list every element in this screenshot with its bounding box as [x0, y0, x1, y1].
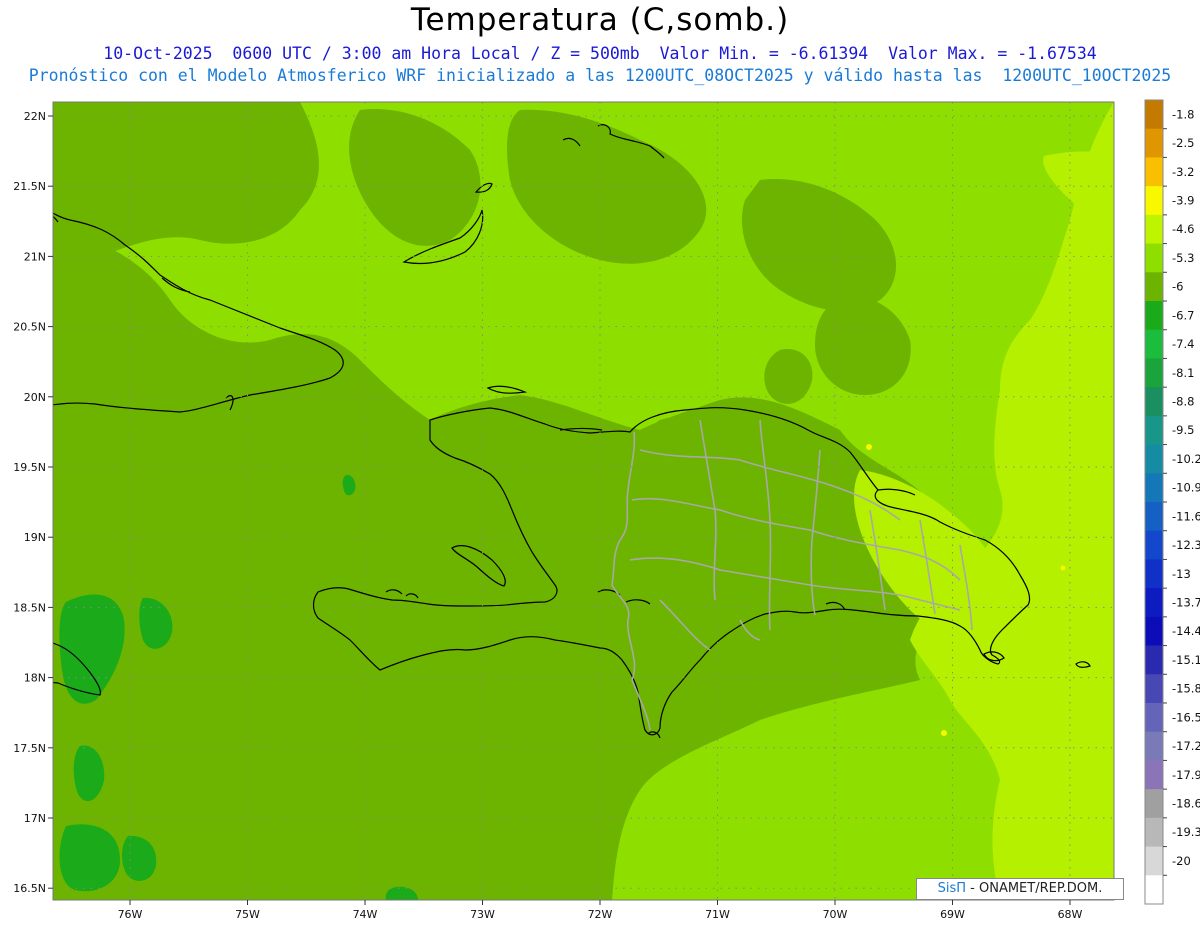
colorbar-label: -4.6	[1172, 222, 1194, 236]
colorbar-label: -13	[1172, 567, 1191, 581]
colorbar-label: -9.5	[1172, 423, 1194, 437]
lon-tick-label: 71W	[705, 908, 730, 921]
colorbar-label: -3.9	[1172, 194, 1194, 208]
field-warm-spot	[1060, 565, 1066, 571]
colorbar-label: -6	[1172, 280, 1183, 294]
colorbar-label: -8.1	[1172, 366, 1194, 380]
lat-tick-label: 16.5N	[13, 882, 46, 895]
credit-box: SisΠ - ONAMET/REP.DOM.	[916, 878, 1124, 900]
colorbar-label: -1.8	[1172, 107, 1194, 121]
colorbar-label: -15.1	[1172, 653, 1200, 667]
sispi-brand: SisΠ	[937, 881, 967, 896]
colorbar-label: -17.9	[1172, 768, 1200, 782]
colorbar-swatch	[1145, 214, 1163, 244]
colorbar-label: -3.2	[1172, 165, 1194, 179]
lat-tick-label: 17.5N	[13, 742, 46, 755]
lat-tick-label: 21N	[24, 250, 46, 263]
colorbar-swatch	[1145, 674, 1163, 704]
colorbar-label: -7.4	[1172, 337, 1194, 351]
colorbar-swatch	[1145, 588, 1163, 618]
colorbar-swatch	[1145, 272, 1163, 302]
lon-tick-label: 76W	[118, 908, 143, 921]
colorbar-swatch	[1145, 731, 1163, 761]
colorbar-label: -2.5	[1172, 136, 1194, 150]
lon-tick-label: 72W	[588, 908, 613, 921]
colorbar-swatch	[1145, 243, 1163, 273]
colorbar-label: -14.4	[1172, 624, 1200, 638]
colorbar-swatch	[1145, 559, 1163, 589]
lon-tick-label: 75W	[235, 908, 260, 921]
lat-tick-label: 22N	[24, 110, 46, 123]
field-warm-spot	[866, 444, 872, 450]
lon-tick-label: 73W	[470, 908, 495, 921]
colorbar-label: -12.3	[1172, 538, 1200, 552]
colorbar-label: -19.3	[1172, 825, 1200, 839]
colorbar-swatch	[1145, 875, 1163, 905]
colorbar-swatch	[1145, 760, 1163, 790]
colorbar-swatch	[1145, 817, 1163, 847]
temperature-map: 22N 21.5N 21N 20.5N 20N 19.5N 19N 18.5N 18N 17.5N…	[13, 99, 1200, 921]
lat-tick-label: 20.5N	[13, 321, 46, 334]
lat-tick-label: 20N	[24, 391, 46, 404]
latitude-axis: 22N 21.5N 21N 20.5N 20N 19.5N 19N 18.5N 18N 17.5N…	[13, 110, 53, 895]
colorbar-label: -10.2	[1172, 452, 1200, 466]
colorbar-label: -17.2	[1172, 739, 1200, 753]
lat-tick-label: 18.5N	[13, 601, 46, 614]
field-warm-spot	[941, 730, 947, 736]
colorbar-label: -15.8	[1172, 682, 1200, 696]
colorbar: -1.8 -2.5 -3.2 -3.9 -4.6 -5.3 -6 -6.7 -7.4 -8.1 -8…	[1144, 99, 1200, 905]
colorbar-swatch	[1145, 846, 1163, 876]
lat-tick-label: 21.5N	[13, 180, 46, 193]
colorbar-label: -18.6	[1172, 797, 1200, 811]
colorbar-swatch	[1145, 645, 1163, 675]
lon-tick-label: 74W	[353, 908, 378, 921]
colorbar-swatch	[1145, 358, 1163, 388]
colorbar-label: -13.7	[1172, 596, 1200, 610]
colorbar-label: -6.7	[1172, 308, 1194, 322]
colorbar-label: -20	[1172, 854, 1191, 868]
lat-tick-label: 19N	[24, 531, 46, 544]
lon-tick-label: 69W	[940, 908, 965, 921]
colorbar-swatch	[1145, 301, 1163, 331]
colorbar-label: -11.6	[1172, 509, 1200, 523]
lon-tick-label: 68W	[1058, 908, 1083, 921]
lon-tick-label: 70W	[823, 908, 848, 921]
lat-tick-label: 18N	[24, 672, 46, 685]
colorbar-swatch	[1145, 789, 1163, 819]
colorbar-swatch	[1145, 703, 1163, 733]
colorbar-swatch	[1145, 100, 1163, 130]
lat-tick-label: 19.5N	[13, 461, 46, 474]
colorbar-swatch	[1145, 415, 1163, 445]
colorbar-swatch	[1145, 616, 1163, 646]
colorbar-swatch	[1145, 473, 1163, 503]
colorbar-swatch	[1145, 128, 1163, 158]
colorbar-swatch	[1145, 444, 1163, 474]
colorbar-label: -16.5	[1172, 710, 1200, 724]
colorbar-swatch	[1145, 502, 1163, 532]
colorbar-label: -5.3	[1172, 251, 1194, 265]
colorbar-swatch	[1145, 186, 1163, 216]
colorbar-label: -8.8	[1172, 395, 1194, 409]
colorbar-swatch	[1145, 530, 1163, 560]
lat-tick-label: 17N	[24, 812, 46, 825]
colorbar-swatch	[1145, 387, 1163, 417]
colorbar-label: -10.9	[1172, 481, 1200, 495]
onamet-credit: - ONAMET/REP.DOM.	[966, 881, 1103, 896]
longitude-axis: 76W 75W 74W 73W 72W 71W 70W 69W 68W	[118, 900, 1083, 921]
colorbar-swatch	[1145, 157, 1163, 187]
colorbar-swatch	[1145, 329, 1163, 359]
